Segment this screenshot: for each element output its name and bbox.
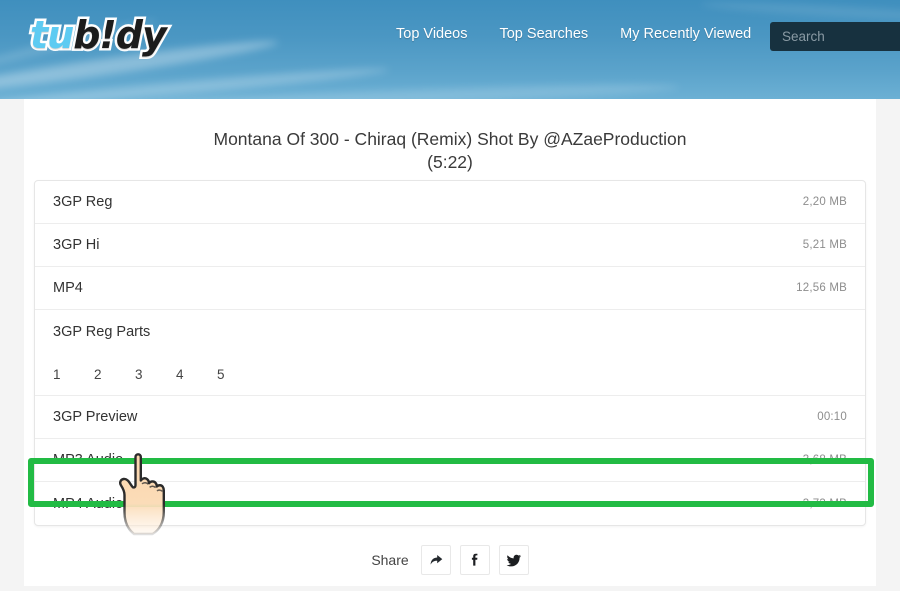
download-row-size: 5,21 MB: [802, 239, 847, 251]
download-row-3gp-reg-parts: 3GP Reg Parts 1 2 3 4 5: [35, 310, 865, 396]
part-link-5[interactable]: 5: [217, 367, 258, 382]
share-bar: Share: [24, 545, 876, 575]
share-facebook-button[interactable]: [459, 545, 490, 575]
part-link-3[interactable]: 3: [135, 367, 176, 382]
download-row-label: 3GP Preview: [53, 409, 138, 425]
logo-text-light: tu: [27, 11, 76, 60]
download-row-size: 2,20 MB: [802, 196, 847, 208]
nav-top-videos[interactable]: Top Videos: [396, 26, 467, 42]
site-header: tub!dy Top Videos Top Searches My Recent…: [0, 0, 900, 99]
logo-text-dark: b!dy: [71, 11, 169, 60]
download-row-mp4[interactable]: MP4 12,56 MB: [35, 267, 865, 310]
part-link-2[interactable]: 2: [94, 367, 135, 382]
parts-number-list: 1 2 3 4 5: [35, 353, 865, 396]
download-row-3gp-reg[interactable]: 3GP Reg 2,20 MB: [35, 181, 865, 224]
download-row-label: MP4 Audio: [53, 495, 124, 512]
page-title: Montana Of 300 - Chiraq (Remix) Shot By …: [24, 99, 876, 174]
nav-top-searches[interactable]: Top Searches: [499, 26, 588, 42]
download-row-duration: 00:10: [817, 411, 847, 423]
part-link-4[interactable]: 4: [176, 367, 217, 382]
share-arrow-icon: [428, 552, 444, 568]
download-row-label: MP4: [53, 280, 83, 296]
part-link-1[interactable]: 1: [53, 367, 94, 382]
page-title-line1: Montana Of 300 - Chiraq (Remix) Shot By …: [213, 129, 687, 149]
search-input[interactable]: [770, 22, 900, 51]
share-twitter-button[interactable]: [498, 545, 529, 575]
twitter-icon: [506, 552, 522, 568]
share-label: Share: [371, 552, 409, 568]
download-row-label: 3GP Reg: [53, 194, 113, 210]
main-navigation: Top Videos Top Searches My Recently View…: [396, 26, 751, 42]
nav-my-recently-viewed[interactable]: My Recently Viewed: [620, 26, 751, 42]
cloud-wisp: [0, 63, 390, 99]
download-row-size: 12,56 MB: [796, 282, 847, 294]
download-row-size: 3,73 MB: [802, 497, 847, 510]
download-row-mp3-audio[interactable]: MP3 Audio 3,68 MB: [35, 439, 865, 482]
download-row-size: 3,68 MB: [802, 454, 847, 466]
page-title-line2: (5:22): [427, 152, 473, 172]
facebook-icon: [467, 552, 483, 568]
download-row-label: MP3 Audio: [53, 452, 124, 468]
cloud-wisp: [699, 0, 900, 23]
share-generic-button[interactable]: [420, 545, 451, 575]
download-options-card: 3GP Reg 2,20 MB 3GP Hi 5,21 MB MP4 12,56…: [34, 180, 866, 526]
download-row-label: 3GP Hi: [53, 237, 100, 253]
content-container: Montana Of 300 - Chiraq (Remix) Shot By …: [24, 99, 876, 586]
download-row-3gp-hi[interactable]: 3GP Hi 5,21 MB: [35, 224, 865, 267]
tubidy-logo[interactable]: tub!dy: [27, 10, 169, 60]
cloud-wisp: [119, 80, 681, 99]
download-row-mp4-audio[interactable]: MP4 Audio 3,73 MB: [35, 482, 865, 525]
download-row-label: 3GP Reg Parts: [53, 323, 151, 340]
download-row-3gp-preview[interactable]: 3GP Preview 00:10: [35, 396, 865, 439]
